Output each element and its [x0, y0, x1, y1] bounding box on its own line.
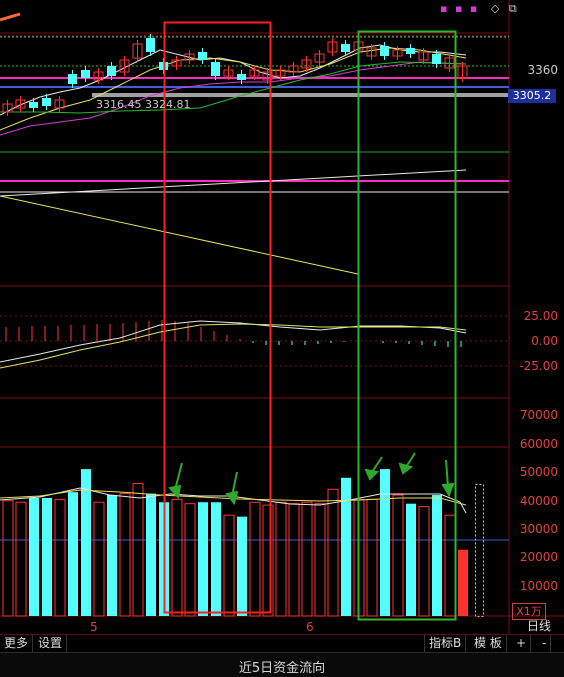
vol-label-10000: 10000: [519, 579, 558, 593]
volume-bar: [458, 549, 468, 616]
settings-button[interactable]: 设置: [34, 635, 68, 652]
volume-bar: [444, 514, 456, 617]
x-label-5: 5: [90, 620, 98, 634]
vol-label-40000: 40000: [519, 494, 558, 508]
volume-bar: [68, 492, 78, 616]
template-button[interactable]: 模 板: [470, 635, 507, 652]
stock-chart: [0, 0, 564, 634]
volume-bar: [341, 477, 351, 616]
window-controls: ▪ ▪ ▪ ◇ ⧉: [440, 2, 517, 16]
status-bar: 近5日资金流向: [0, 652, 564, 677]
macd-label-0: 0.00: [531, 334, 558, 348]
volume-bar: [54, 498, 66, 617]
volume-bar: [2, 500, 14, 617]
vol-label-20000: 20000: [519, 550, 558, 564]
volume-bar: [184, 503, 196, 617]
indicator-button[interactable]: 指标B: [424, 635, 467, 652]
price-label-3360: 3360: [527, 63, 558, 77]
ma-values: 3316.45 3324.81: [96, 98, 191, 111]
volume-bar: [223, 514, 235, 617]
minus-button[interactable]: -: [538, 635, 552, 652]
purple-dots: ▪ ▪ ▪: [440, 2, 480, 15]
volume-bar: [107, 495, 117, 616]
vol-label-70000: 70000: [519, 408, 558, 422]
plus-button[interactable]: +: [512, 635, 532, 652]
volume-bar: [132, 483, 144, 617]
volume-bar: [327, 488, 339, 617]
volume-bar: [93, 501, 105, 617]
status-title: 近5日资金流向: [238, 661, 326, 676]
volume-bar: [418, 506, 430, 617]
daily-button[interactable]: 日线: [514, 619, 564, 633]
volume-bar: [171, 498, 183, 617]
volume-bar: [314, 503, 326, 617]
restore-icon[interactable]: ⧉: [509, 2, 517, 15]
vol-label-50000: 50000: [519, 465, 558, 479]
volume-bar: [275, 501, 287, 617]
volume-bar: [301, 501, 313, 617]
x-label-6: 6: [306, 620, 314, 634]
volume-bar: [380, 469, 390, 616]
volume-bar: [81, 469, 91, 616]
blue-price-tag: 3305.2: [508, 89, 556, 103]
volume-unit-label: X1万: [512, 603, 546, 620]
volume-bar: [237, 516, 247, 616]
volume-bar: [15, 501, 27, 617]
volume-bar: [29, 497, 39, 616]
diamond-icon[interactable]: ◇: [491, 2, 499, 15]
volume-bar: [392, 494, 404, 617]
volume-bar: [249, 501, 261, 617]
volume-bar: [42, 497, 52, 616]
volume-bar: [406, 503, 416, 616]
bottom-toolbar: 更多 设置 指标B 模 板 + -: [0, 634, 564, 653]
volume-bar: [211, 502, 221, 616]
macd-label-25: 25.00: [523, 309, 558, 323]
volume-bar: [146, 493, 156, 616]
vol-label-60000: 60000: [519, 437, 558, 451]
volume-bar: [366, 498, 378, 617]
vol-label-30000: 30000: [519, 522, 558, 536]
more-button[interactable]: 更多: [0, 635, 34, 652]
volume-bar: [288, 503, 300, 617]
volume-bar: [119, 493, 131, 617]
volume-bar: [198, 502, 208, 616]
macd-label-neg25: -25.00: [519, 359, 558, 373]
volume-bar: [432, 495, 442, 616]
